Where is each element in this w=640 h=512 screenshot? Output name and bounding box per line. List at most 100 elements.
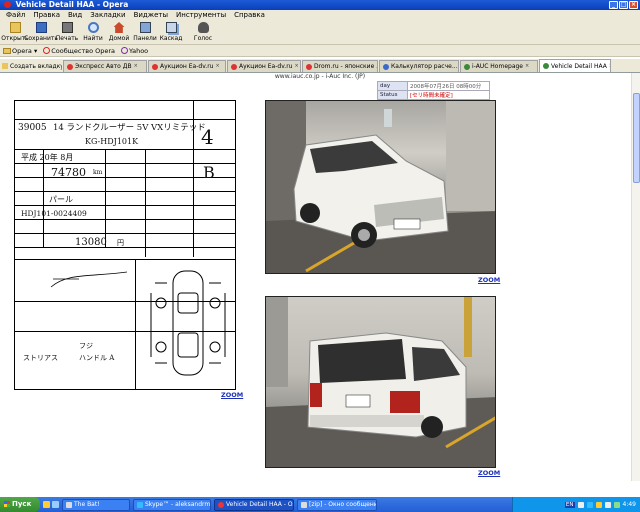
menu-view[interactable]: Вид (64, 11, 86, 19)
car-damage-diagram (150, 270, 226, 376)
lot-info-table: day 2008年07月26日 08時00分 Status [セリ時間未確定] (377, 81, 490, 100)
task-skype[interactable]: Skype™ - aleksandrmurt... (133, 498, 211, 511)
page-address: www.iauc.co.jp - i-Auc Inc. (JP) (0, 73, 640, 81)
printer-icon (61, 22, 73, 33)
info-key: day (377, 81, 408, 91)
tab-auction-1[interactable]: Аукцион Ea-dv.ru × (148, 60, 226, 72)
tab-vehicle-detail[interactable]: Vehicle Detail HAA× (539, 59, 611, 72)
maximize-button[interactable]: □ (619, 1, 628, 9)
cascade-button[interactable]: Каскад (158, 20, 184, 44)
menu-tools[interactable]: Инструменты (172, 11, 230, 19)
front-photo-zoom-link[interactable]: ZOOM (478, 276, 500, 284)
folder-icon (3, 47, 11, 54)
magnifier-icon (87, 22, 99, 33)
start-button[interactable]: Пуск (0, 497, 40, 512)
tab-drom[interactable]: Drom.ru - японские ...× (302, 60, 378, 72)
volume-icon[interactable] (604, 501, 611, 508)
opera-logo-icon (152, 63, 158, 70)
bat-icon (66, 501, 72, 508)
find-button[interactable]: Найти (80, 20, 106, 44)
quick-launch (43, 501, 59, 508)
panels-button[interactable]: Панели (132, 20, 158, 44)
lot-number: 39005 (18, 123, 47, 133)
info-value: 2008年07月26日 08時00分 (407, 81, 490, 91)
tray-icon[interactable] (595, 501, 602, 508)
scrollbar-thumb[interactable] (633, 93, 640, 183)
task-zip-window[interactable]: [zip] - Окно сообщений ... (297, 498, 377, 511)
home-button[interactable]: Домой (106, 20, 132, 44)
task-opera[interactable]: Vehicle Detail HAA - O... (214, 498, 294, 511)
close-tab-icon[interactable]: × (134, 64, 139, 69)
drom-icon (306, 63, 312, 70)
vehicle-rear-photo (265, 296, 496, 468)
color-value: パール (49, 195, 73, 204)
cascade-icon (165, 22, 177, 33)
close-tab-icon[interactable]: × (525, 64, 530, 69)
chat-icon (301, 501, 307, 508)
chassis-code: KG-HDJ101K (85, 137, 139, 146)
yahoo-icon (121, 46, 129, 54)
year-value: 平成 20年 8月 (21, 153, 74, 162)
panels-icon (139, 22, 151, 33)
menu-edit[interactable]: Правка (29, 11, 64, 19)
windows-taskbar: Пуск The Bat! Skype™ - aleksandrmurt... … (0, 497, 640, 512)
sheet-zoom-link[interactable]: ZOOM (221, 391, 243, 399)
system-tray: EN 4:49 (512, 497, 640, 512)
close-tab-icon[interactable]: × (609, 63, 610, 69)
network-icon[interactable] (613, 501, 620, 508)
page-icon (464, 63, 470, 70)
home-icon (113, 22, 125, 33)
menu-file[interactable]: Файл (2, 11, 29, 19)
tab-iauc-home[interactable]: i-AUC Homepage × (460, 60, 538, 72)
language-indicator[interactable]: EN (564, 501, 575, 508)
tab-calculator[interactable]: Калькулятор расче...× (379, 60, 459, 72)
quick-launch-icon[interactable] (52, 501, 59, 508)
tab-express-avto[interactable]: Экспресс Авто ДВ × (63, 60, 147, 72)
minimize-button[interactable]: _ (609, 1, 618, 9)
menu-bar: Файл Правка Вид Закладки Виджеты Инструм… (0, 10, 640, 20)
opera-window: Vehicle Detail HAA - Opera _ □ × Файл Пр… (0, 0, 640, 512)
close-tab-icon[interactable]: × (215, 64, 220, 69)
bookmark-opera-community[interactable]: Сообщество Opera (43, 46, 115, 55)
rear-photo-zoom-link[interactable]: ZOOM (478, 469, 500, 477)
mileage-value: 74780 (51, 166, 86, 179)
vehicle-front-photo (265, 100, 496, 274)
menu-bookmarks[interactable]: Закладки (86, 11, 129, 19)
recycle-fee: 13080 (75, 237, 107, 248)
table-row: Status [セリ時間未確定] (377, 90, 490, 100)
info-key: Status (377, 90, 408, 100)
opera-logo-icon (218, 501, 224, 508)
menu-help[interactable]: Справка (230, 11, 269, 19)
main-toolbar: Открыть Сохранить Печать Найти Домой Пан… (0, 20, 640, 45)
save-button[interactable]: Сохранить (24, 20, 58, 44)
close-button[interactable]: × (629, 1, 638, 9)
task-the-bat[interactable]: The Bat! (62, 498, 130, 511)
page-icon (543, 63, 549, 69)
close-tab-icon[interactable]: × (294, 64, 299, 69)
vertical-scrollbar[interactable] (631, 73, 640, 481)
opera-logo-icon (67, 63, 73, 70)
new-tab-icon (2, 63, 8, 69)
auction-sheet-image: 39005 14 ランドクルーザー 5V VXリミテッド 4 KG-HDJ101… (14, 100, 236, 390)
menu-widgets[interactable]: Виджеты (130, 11, 172, 19)
new-tab-button[interactable]: Создать вкладку (2, 60, 62, 72)
microphone-icon (197, 22, 209, 33)
skype-icon (137, 501, 143, 508)
tab-bar: Создать вкладку Экспресс Авто ДВ × Аукцио… (0, 59, 640, 73)
opera-logo-icon (4, 1, 11, 8)
folder-icon (9, 22, 21, 33)
model-name: 14 ランドクルーザー 5V VXリミテッド (53, 123, 206, 133)
print-button[interactable]: Печать (54, 20, 80, 44)
quick-launch-icon[interactable] (43, 501, 50, 508)
tray-icon[interactable] (586, 501, 593, 508)
bookmark-opera[interactable]: Opera ▾ (3, 47, 37, 55)
calculator-icon (383, 63, 389, 70)
tray-icon[interactable] (577, 501, 584, 508)
clock: 4:49 (622, 501, 636, 508)
bookmark-yahoo[interactable]: Yahoo (121, 46, 148, 55)
opera-logo-icon (43, 46, 51, 54)
personal-bar: Opera ▾ Сообщество Opera Yahoo (0, 45, 640, 57)
voice-button[interactable]: Голос (190, 20, 216, 44)
frame-number: HDJ101-0024409 (21, 209, 87, 218)
tab-auction-2[interactable]: Аукцион Ea-dv.ru × (227, 60, 301, 72)
